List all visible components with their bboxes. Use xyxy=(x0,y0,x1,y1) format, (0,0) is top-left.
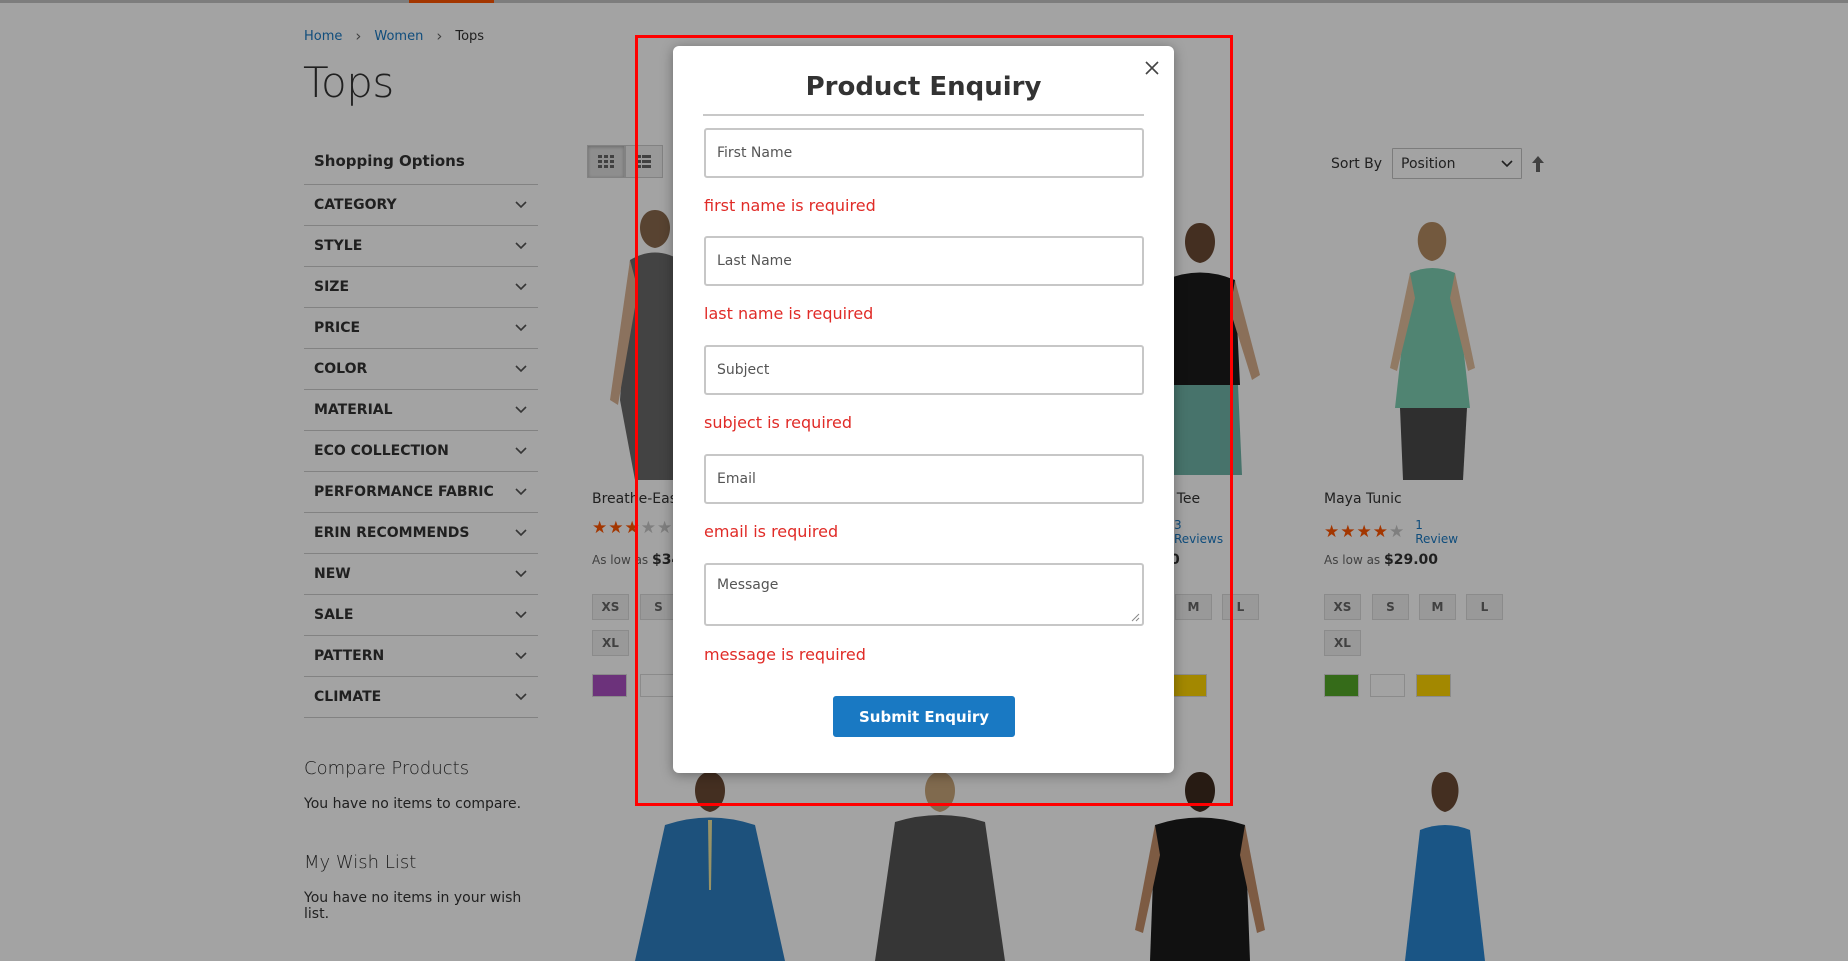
subject-error: subject is required xyxy=(704,413,852,432)
email-placeholder: Email xyxy=(717,471,756,487)
first-name-input[interactable]: First Name xyxy=(704,128,1144,178)
email-error: email is required xyxy=(704,522,839,541)
last-name-input[interactable]: Last Name xyxy=(704,236,1144,286)
last-name-error: last name is required xyxy=(704,304,874,323)
resize-grip-icon[interactable] xyxy=(1131,613,1140,622)
modal-title: Product Enquiry xyxy=(805,72,1042,102)
message-placeholder: Message xyxy=(717,577,779,593)
message-error: message is required xyxy=(704,645,866,664)
modal-title-divider xyxy=(703,114,1144,116)
close-icon[interactable] xyxy=(1142,58,1162,78)
first-name-placeholder: First Name xyxy=(717,145,793,161)
message-textarea[interactable]: Message xyxy=(704,563,1144,626)
last-name-placeholder: Last Name xyxy=(717,253,792,269)
product-enquiry-modal: Product Enquiry First Name first name is… xyxy=(673,46,1174,773)
subject-placeholder: Subject xyxy=(717,362,770,378)
email-input[interactable]: Email xyxy=(704,454,1144,504)
subject-input[interactable]: Subject xyxy=(704,345,1144,395)
first-name-error: first name is required xyxy=(704,196,876,215)
submit-enquiry-button[interactable]: Submit Enquiry xyxy=(833,696,1015,737)
